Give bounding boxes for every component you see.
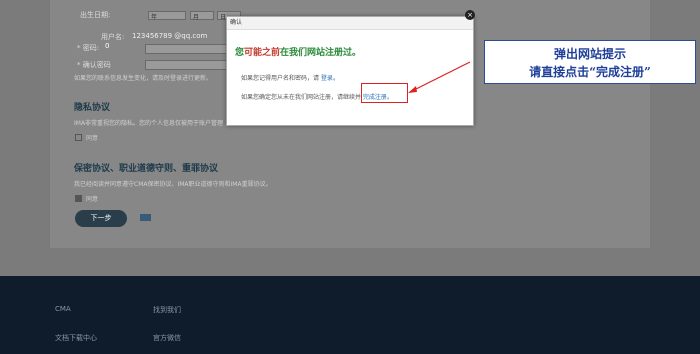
annotation-callout: 弹出网站提示 请直接点击“完成注册” <box>484 40 696 84</box>
callout-line-2: 请直接点击“完成注册” <box>529 65 651 79</box>
arrow-line <box>411 61 471 92</box>
callout-line-1: 弹出网站提示 <box>553 47 626 61</box>
arrow-head <box>408 86 417 93</box>
